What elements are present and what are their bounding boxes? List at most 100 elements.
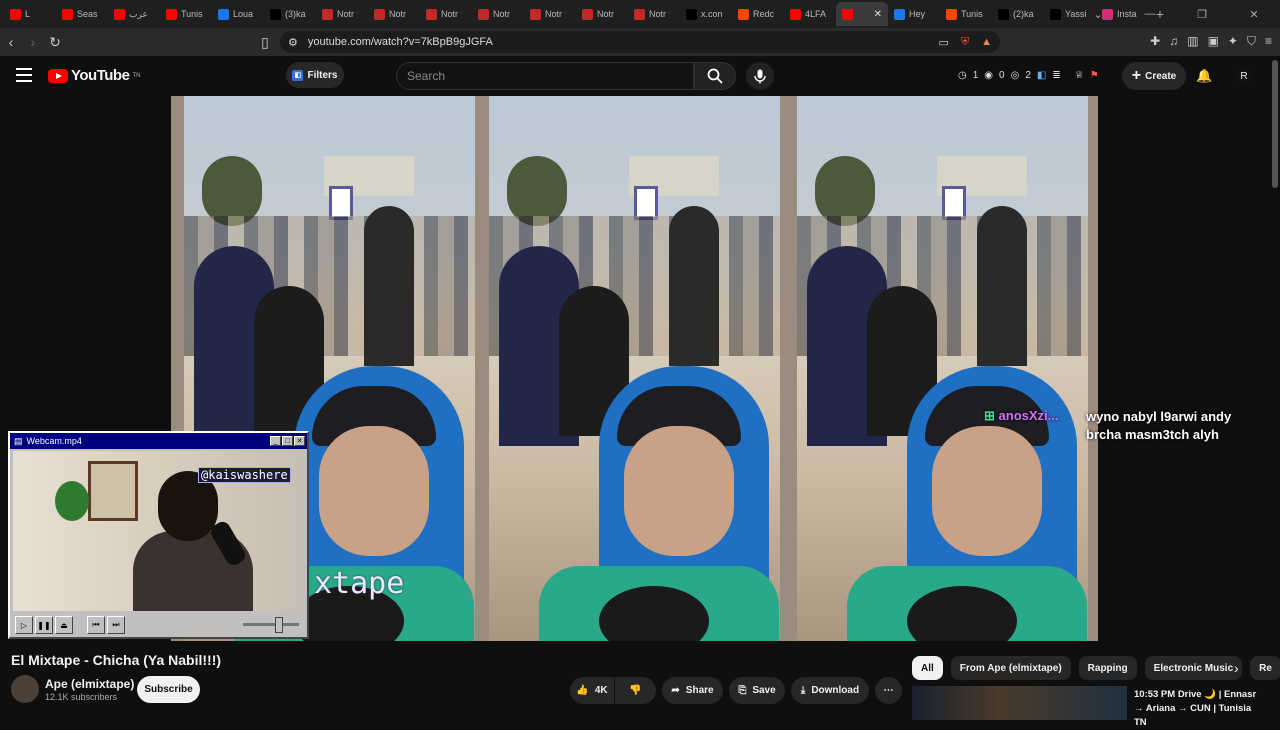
browser-tab[interactable]: Redc (732, 2, 784, 26)
tab-label: x.con (701, 9, 723, 19)
create-button[interactable]: + Create (1122, 62, 1186, 90)
url-field[interactable]: ⚙ youtube.com/watch?v=7kBpB9gJGFA ▭ ⛨ ▲ (280, 31, 1000, 53)
like-button[interactable]: 👍 4K (570, 677, 614, 704)
ai-icon[interactable]: ✦ (1228, 34, 1238, 49)
browser-tab[interactable]: ✕ (836, 2, 888, 26)
tab-label: (3)ka (285, 9, 306, 19)
save-button[interactable]: ⎘ Save (729, 677, 785, 704)
music-icon[interactable]: ♫ (1169, 34, 1178, 49)
subscribe-button[interactable]: Subscribe (137, 676, 200, 703)
reload-icon[interactable]: ↻ (44, 34, 66, 51)
browser-tab[interactable]: (3)ka (264, 2, 316, 26)
browser-tab[interactable]: Notr (420, 2, 472, 26)
menu-icon[interactable]: ≡ (1265, 34, 1272, 49)
browser-tab[interactable]: x.con (680, 2, 732, 26)
pause-icon[interactable]: ❚❚ (35, 616, 53, 634)
chip[interactable]: Re (1250, 656, 1280, 680)
browser-tab[interactable]: Tunis (940, 2, 992, 26)
volume-slider[interactable] (243, 617, 299, 633)
site-info-icon[interactable]: ⚙ (288, 36, 298, 49)
forward-icon[interactable]: › (22, 34, 44, 50)
tab-label: Loua (233, 9, 254, 19)
webcam-window[interactable]: ▤ Webcam.mp4 _ □ ✕ @kaiswashere ▷ ❚❚ ⏏ ⏮… (8, 431, 309, 639)
dislike-ext-icon[interactable]: ⚑ (1090, 70, 1099, 81)
minimize-button[interactable]: — (1124, 8, 1176, 20)
trophy-icon[interactable]: ♕ (1075, 70, 1084, 81)
chip[interactable]: Rapping (1078, 656, 1137, 680)
webcam-video: @kaiswashere (13, 451, 304, 611)
youtube-logo[interactable]: YouTube TN (48, 67, 140, 84)
notifications-bell-icon[interactable]: 🔔 (1196, 68, 1212, 84)
recommendation-title[interactable]: 10:53 PM Drive 🌙 | Ennasr → Ariana → CUN… (1134, 688, 1264, 730)
chip[interactable]: Electronic Music (1144, 656, 1243, 680)
browser-tab[interactable]: L (4, 2, 56, 26)
channel-name[interactable]: Ape (elmixtape) (45, 677, 134, 691)
youtube-icon (166, 8, 177, 20)
restore-button[interactable]: ❐ (1176, 8, 1228, 21)
webcam-title-bar[interactable]: ▤ Webcam.mp4 _ □ ✕ (10, 433, 307, 449)
previous-icon[interactable]: ⏮ (87, 616, 105, 634)
stat-3: 2 (1025, 70, 1031, 81)
microphone-icon (754, 69, 766, 83)
browser-tab[interactable]: Notr (524, 2, 576, 26)
webcam-minimize-button[interactable]: _ (270, 436, 281, 446)
play-icon[interactable]: ▷ (15, 616, 33, 634)
video-player[interactable]: xtape (171, 96, 1098, 641)
webcam-close-button[interactable]: ✕ (294, 436, 305, 446)
chip[interactable]: All (912, 656, 943, 680)
browser-tab[interactable]: (2)ka (992, 2, 1044, 26)
browser-tab[interactable]: Notr (576, 2, 628, 26)
browser-tab[interactable]: Loua (212, 2, 264, 26)
download-button[interactable]: ⤓ Download (791, 677, 869, 704)
brave-rewards-icon[interactable]: ▲ (981, 36, 992, 49)
chip[interactable]: From Ape (elmixtape) (950, 656, 1071, 680)
share-button[interactable]: ➦ Share (662, 677, 723, 704)
wallet-icon[interactable]: ▣ (1208, 34, 1219, 49)
browser-tab[interactable]: Notr (628, 2, 680, 26)
eject-icon[interactable]: ⏏ (55, 616, 73, 634)
like-count: 4K (594, 685, 608, 696)
filters-button[interactable]: ◧ Filters (286, 62, 344, 88)
browser-tab[interactable]: Tunis (160, 2, 212, 26)
back-icon[interactable]: ‹ (0, 34, 22, 50)
save-label: Save (752, 685, 776, 696)
browser-tab[interactable]: Notr (316, 2, 368, 26)
account-avatar[interactable]: R (1234, 66, 1254, 86)
extensions-icon[interactable]: ✚ (1150, 34, 1160, 49)
next-icon[interactable]: ⏭ (107, 616, 125, 634)
x-icon (686, 8, 697, 20)
search-input[interactable]: Search (396, 62, 694, 90)
close-tab-icon[interactable]: ✕ (874, 9, 882, 20)
page-scrollbar[interactable] (1272, 60, 1278, 188)
chips-next-chevron-icon[interactable]: › (1234, 660, 1239, 676)
browser-tab[interactable]: عرب (108, 2, 160, 26)
browser-tab[interactable]: Hey (888, 2, 940, 26)
more-actions-button[interactable]: ⋯ (875, 677, 902, 704)
tab-list-chevron-icon[interactable]: ⌄ (1072, 8, 1124, 21)
browser-tab[interactable]: Notr (368, 2, 420, 26)
download-icon: ⤓ (800, 685, 806, 696)
voice-search-button[interactable] (746, 62, 774, 90)
browser-tab[interactable]: Seas (56, 2, 108, 26)
recommendation-thumbnail[interactable] (912, 686, 1127, 720)
cast-icon[interactable]: ▭ (938, 36, 948, 49)
filters-label: Filters (307, 69, 338, 81)
close-window-button[interactable]: ✕ (1228, 8, 1280, 21)
share-icon: ➦ (671, 685, 680, 696)
search-button[interactable] (694, 62, 736, 90)
browser-tab[interactable]: Notr (472, 2, 524, 26)
webcam-maximize-button[interactable]: □ (282, 436, 293, 446)
bookmark-icon[interactable]: ▯ (254, 34, 276, 51)
channel-avatar[interactable] (11, 675, 39, 703)
browser-tab[interactable]: 4LFA (784, 2, 836, 26)
tab-label: Notr (597, 9, 615, 19)
address-bar-row: ‹ › ↻ ▯ ⚙ youtube.com/watch?v=7kBpB9gJGF… (0, 28, 1280, 56)
hamburger-menu-icon[interactable] (16, 68, 32, 82)
dislike-button[interactable]: 👎 (615, 677, 656, 704)
list-icon[interactable]: ≣ (1052, 70, 1060, 81)
vpn-icon[interactable]: ⛉ (1247, 34, 1256, 49)
brave-shield-icon[interactable]: ⛨ (961, 36, 969, 49)
extension-badge-icon[interactable]: ◧ (1037, 70, 1046, 81)
search-icon (707, 68, 723, 84)
sidebar-icon[interactable]: ▥ (1187, 34, 1198, 49)
